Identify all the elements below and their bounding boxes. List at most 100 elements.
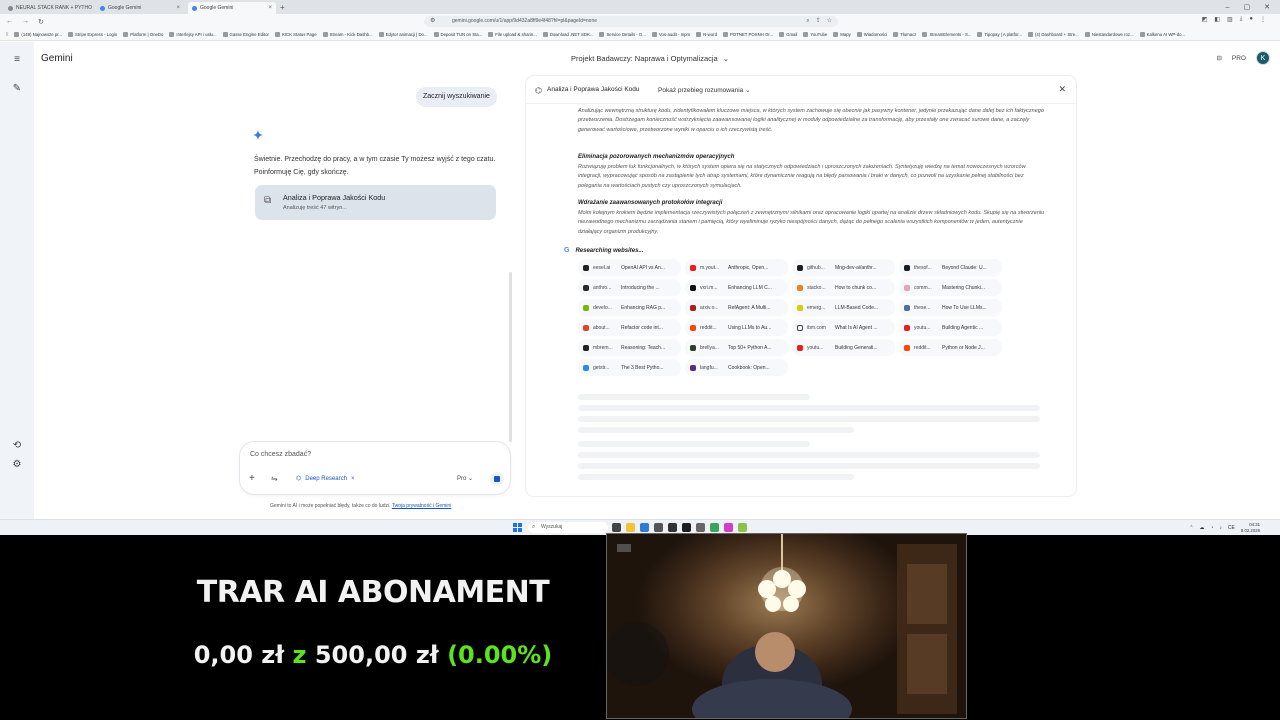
- bookmark-item[interactable]: Service Details - G...: [599, 32, 646, 37]
- bookmark-item[interactable]: Kalkeno AI WP-do...: [1139, 32, 1185, 37]
- browser-tab[interactable]: NEURAL STACK RANK + PYTHON RU×: [4, 2, 92, 14]
- bookmark-item[interactable]: KICK Status Page: [274, 32, 317, 37]
- source-chip[interactable]: m.yout... Anthropic, Open...: [685, 259, 788, 276]
- bookmark-item[interactable]: Tipopay | A platfor...: [977, 32, 1022, 37]
- cloud-icon[interactable]: ☁: [1199, 525, 1204, 531]
- source-chip[interactable]: youtu... Building Agentic ...: [899, 319, 1002, 336]
- source-chip[interactable]: develo... Enhancing RAG p...: [578, 299, 681, 316]
- source-chip[interactable]: mbrem... Reasoning: Teach...: [578, 339, 681, 356]
- zoom-icon[interactable]: ⌕: [806, 16, 809, 27]
- privacy-link[interactable]: Twoja prywatność i Gemini: [392, 503, 451, 509]
- bookmark-item[interactable]: Platform | OneDo: [123, 32, 163, 37]
- model-mode-picker[interactable]: Pro ⌄: [457, 475, 473, 482]
- sidepanel-icon[interactable]: ▥: [1227, 16, 1233, 23]
- windows-start-icon[interactable]: [513, 523, 522, 532]
- source-chip[interactable]: brellya... Top 50+ Python A...: [685, 339, 788, 356]
- show-reasoning-toggle[interactable]: Pokaż przebieg rozumowania ⌄: [658, 86, 751, 94]
- terminal-icon[interactable]: [682, 523, 691, 532]
- volume-icon[interactable]: ♪: [1219, 525, 1222, 531]
- prompt-input-box[interactable]: Co chcesz zbadać? + ⇋ ⌬ Deep Research × …: [240, 442, 510, 494]
- main-menu-icon[interactable]: ≡: [10, 53, 24, 67]
- bookmark-item[interactable]: Gmail: [779, 32, 797, 37]
- network-icon[interactable]: ◔: [1210, 525, 1213, 531]
- app-icon[interactable]: [710, 523, 719, 532]
- bookmark-item[interactable]: N-word: [696, 32, 717, 37]
- bookmark-item[interactable]: POTNET POSNH Or...: [723, 32, 773, 37]
- bookmark-item[interactable]: (4) Dashboard + Stre...: [1027, 32, 1079, 37]
- activity-history-icon[interactable]: ⟲: [10, 439, 24, 453]
- project-title-dropdown[interactable]: Projekt Badawczy: Naprawa i Optymalizacj…: [571, 54, 729, 63]
- forward-icon[interactable]: →: [22, 18, 29, 25]
- apps-grid-icon[interactable]: ⁞⁞: [6, 32, 8, 37]
- bookmark-item[interactable]: File upload & sharin...: [488, 32, 537, 37]
- minimize-icon[interactable]: –: [1226, 2, 1230, 14]
- clock[interactable]: 04:31 8.02.2026: [1241, 522, 1260, 533]
- bookmark-item[interactable]: YouTube: [803, 32, 827, 37]
- bookmark-item[interactable]: Stream - Kick Dashb...: [322, 32, 373, 37]
- bookmark-item[interactable]: Vos-audit - mpm: [651, 32, 690, 37]
- bookmark-item[interactable]: Tłumacz: [893, 32, 916, 37]
- tools-icon[interactable]: ⇋: [271, 474, 278, 483]
- source-chip[interactable]: getstr... The 3 Best Pytho...: [578, 359, 681, 376]
- back-icon[interactable]: ←: [6, 18, 13, 25]
- address-bar[interactable]: ⚙ gemini.google.com/u/1/app/9d432a8ff9e4…: [424, 16, 838, 27]
- share-icon[interactable]: ⇪: [816, 16, 821, 27]
- menu-icon[interactable]: ⋮: [1260, 16, 1266, 23]
- source-chip[interactable]: reddit... Using LLMs to Au...: [685, 319, 788, 336]
- extension-icon[interactable]: ◩: [1202, 16, 1208, 23]
- taskbar-search-input[interactable]: Wyszukaj: [528, 522, 608, 533]
- remove-chip-icon[interactable]: ×: [351, 472, 355, 486]
- tray-chevron-icon[interactable]: ⌃: [1189, 525, 1193, 531]
- source-chip[interactable]: stacko... How to chunk co...: [792, 279, 895, 296]
- lock-bag-icon[interactable]: ⊟: [1216, 54, 1221, 62]
- source-chip[interactable]: these... How To Use LLMs...: [899, 299, 1002, 316]
- maximize-icon[interactable]: ▢: [1244, 2, 1251, 14]
- app-icon[interactable]: [724, 523, 733, 532]
- downloads-icon[interactable]: ⤓: [1240, 16, 1243, 23]
- task-view-icon[interactable]: [612, 523, 621, 532]
- store-icon[interactable]: [640, 523, 649, 532]
- bookmark-item[interactable]: Gasse Engine Editor: [222, 32, 269, 37]
- app-brand[interactable]: Gemini: [41, 53, 73, 64]
- bookmark-star-icon[interactable]: ☆: [827, 16, 832, 27]
- source-chip[interactable]: comm... Mastering Chunki...: [899, 279, 1002, 296]
- source-chip[interactable]: about... Refactor code int...: [578, 319, 681, 336]
- bookmark-item[interactable]: Download .NET SDK...: [542, 32, 593, 37]
- close-panel-icon[interactable]: ✕: [1058, 84, 1066, 95]
- research-task-card[interactable]: ⧉ Analiza i Poprawa Jakości Kodu Analizu…: [255, 185, 496, 220]
- reload-icon[interactable]: ↻: [38, 18, 44, 26]
- app-icon[interactable]: [668, 523, 677, 532]
- chat-scrollbar[interactable]: [509, 272, 512, 442]
- app-icon[interactable]: [654, 523, 663, 532]
- site-info-icon[interactable]: ⚙: [430, 16, 435, 27]
- deep-research-chip[interactable]: ⌬ Deep Research ×: [290, 472, 361, 486]
- source-chip[interactable]: vxri.m... Enhancing LLM C...: [685, 279, 788, 296]
- source-chip[interactable]: langfu... Cookbook: Open...: [685, 359, 788, 376]
- bookmark-item[interactable]: (149) Najnowsze pr...: [14, 32, 62, 37]
- browser-tab-active[interactable]: Google Gemini ×: [188, 2, 276, 14]
- tab-close-icon[interactable]: ×: [268, 2, 272, 14]
- new-tab-button[interactable]: +: [280, 2, 285, 14]
- profile-icon[interactable]: ●: [1249, 16, 1253, 23]
- bookmark-item[interactable]: Niestandardowe roz...: [1084, 32, 1134, 37]
- source-chip[interactable]: github... Mng-dev-ai/anthr...: [792, 259, 895, 276]
- source-chip[interactable]: emerg... LLM-Based Code...: [792, 299, 895, 316]
- avatar[interactable]: K: [1256, 51, 1270, 65]
- source-chip[interactable]: arxiv.o... RefAgent: A Multi...: [685, 299, 788, 316]
- source-chip[interactable]: youtu... Building Generati...: [792, 339, 895, 356]
- bookmark-item[interactable]: Edytor animacji | Do...: [378, 32, 428, 37]
- bookmark-item[interactable]: Mapy: [833, 32, 851, 37]
- source-chip[interactable]: anthro... Introducing the ...: [578, 279, 681, 296]
- language-indicator[interactable]: CE: [1228, 525, 1235, 531]
- source-chip[interactable]: reddit... Python or Node J...: [899, 339, 1002, 356]
- add-attachment-icon[interactable]: +: [249, 473, 255, 484]
- source-chip[interactable]: eesel.ai OpenAI API vs An...: [578, 259, 681, 276]
- app-icon[interactable]: [696, 523, 705, 532]
- new-chat-icon[interactable]: ✎: [10, 82, 24, 96]
- close-window-icon[interactable]: ✕: [1264, 2, 1270, 14]
- extension-icon[interactable]: ◧: [1214, 16, 1220, 23]
- file-explorer-icon[interactable]: [626, 523, 635, 532]
- prompt-input[interactable]: Co chcesz zbadać?: [250, 451, 311, 458]
- source-chip[interactable]: ibm.com What Is AI Agent ...: [792, 319, 895, 336]
- tab-close-icon[interactable]: ×: [176, 2, 180, 14]
